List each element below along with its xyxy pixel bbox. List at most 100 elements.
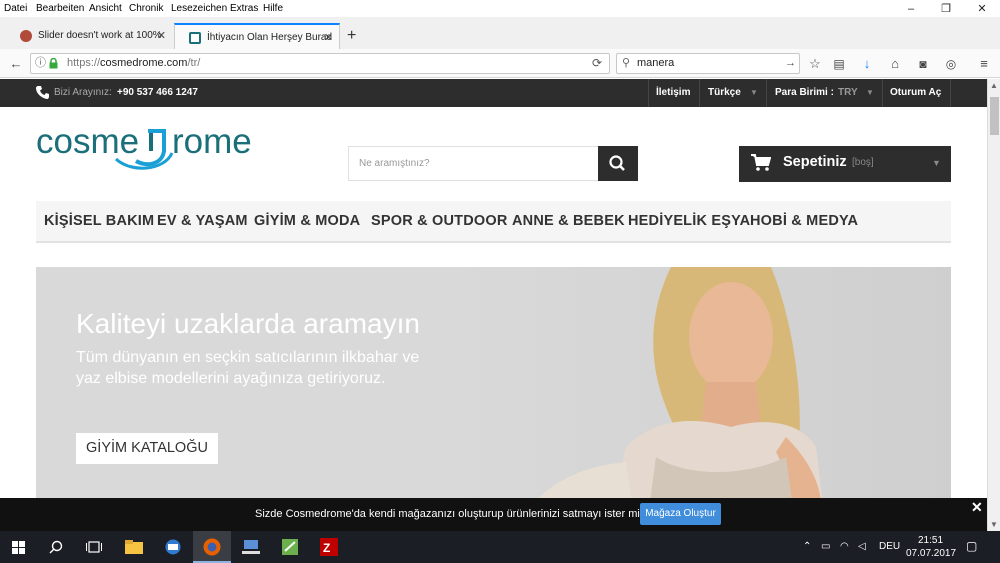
scroll-thumb[interactable] xyxy=(990,97,999,135)
divider xyxy=(950,79,951,107)
editor-app-button[interactable] xyxy=(271,531,309,563)
window-close-button[interactable]: ✕ xyxy=(975,3,989,15)
create-store-button[interactable]: Mağaza Oluştur xyxy=(640,503,721,525)
reload-icon[interactable]: ⟳ xyxy=(592,54,602,73)
phone-icon xyxy=(36,86,49,99)
navigation-bar: ← ⓘ https://cosmedrome.com/tr/ ⟳ ⚲ maner… xyxy=(0,49,1000,78)
category-hediyelik-esya[interactable]: HEDİYELİK EŞYA xyxy=(628,213,750,229)
url-bar[interactable]: ⓘ https://cosmedrome.com/tr/ ⟳ xyxy=(30,53,610,74)
editor-icon xyxy=(282,539,298,555)
reading-list-icon[interactable]: ▤ xyxy=(830,55,848,73)
folder-icon xyxy=(125,540,143,554)
firefox-icon xyxy=(203,538,221,556)
chevron-down-icon: ▼ xyxy=(932,158,941,168)
close-tab-icon[interactable]: ✕ xyxy=(157,23,166,49)
currency-value[interactable]: TRY xyxy=(838,79,858,107)
input-language[interactable]: DEU xyxy=(879,541,900,552)
windows-taskbar: Z ⌃ ▭ ◠ ◁ DEU 21:51 07.07.2017 ▢ xyxy=(0,531,1000,563)
network-app-button[interactable] xyxy=(232,531,270,563)
search-icon: ⚲ xyxy=(622,57,631,69)
notification-center-icon[interactable]: ▢ xyxy=(966,539,977,553)
filezilla-button[interactable]: Z xyxy=(310,531,348,563)
category-hobi-medya[interactable]: HOBİ & MEDYA xyxy=(750,213,858,229)
lock-icon xyxy=(49,58,58,69)
hamburger-menu-icon[interactable]: ≡ xyxy=(975,55,993,73)
page-favicon-icon xyxy=(20,30,32,42)
download-arrow-icon[interactable]: ↓ xyxy=(858,55,876,73)
file-explorer-button[interactable] xyxy=(115,531,153,563)
home-icon[interactable]: ⌂ xyxy=(886,55,904,73)
tab-cosmedrome[interactable]: İhtiyacın Olan Herşey Burad ✕ xyxy=(174,23,340,49)
tab-bar: Slider doesn't work at 100% ✕ İhtiyacın … xyxy=(0,23,1000,49)
go-arrow-icon[interactable]: → xyxy=(785,54,796,73)
network-icon xyxy=(242,540,260,554)
cart-button[interactable]: Sepetiniz [boş] ▼ xyxy=(739,146,951,182)
info-icon[interactable]: ⓘ xyxy=(35,54,46,73)
cart-status: [boş] xyxy=(852,157,874,168)
tray-expand-icon[interactable]: ⌃ xyxy=(803,541,811,552)
wifi-icon[interactable]: ◠ xyxy=(840,541,849,552)
search-bar[interactable]: ⚲ manera → xyxy=(616,53,800,74)
menu-chronik[interactable]: Chronik xyxy=(129,3,163,14)
divider xyxy=(882,79,883,107)
menu-bar: Datei Bearbeiten Ansicht Chronik Lesezei… xyxy=(0,0,1000,17)
cosmedrome-favicon-icon xyxy=(189,32,201,44)
task-view-icon[interactable] xyxy=(86,541,102,553)
logo-text-right: rome xyxy=(172,123,252,161)
scroll-up-icon[interactable]: ▲ xyxy=(990,81,998,90)
magnifier-icon xyxy=(609,155,625,171)
back-arrow-icon[interactable]: ← xyxy=(7,55,25,73)
search-icon[interactable] xyxy=(49,540,63,554)
mail-icon xyxy=(165,539,181,555)
category-ev-yasam[interactable]: EV & YAŞAM xyxy=(157,213,248,229)
shopping-cart-icon xyxy=(751,154,771,171)
hero-slider: Kaliteyi uzaklarda aramayın Tüm dünyanın… xyxy=(36,267,951,531)
currency-label[interactable]: Para Birimi : xyxy=(775,79,834,107)
scroll-down-icon[interactable]: ▼ xyxy=(990,520,998,529)
pocket-icon[interactable]: ◙ xyxy=(914,55,932,73)
windows-start-icon[interactable] xyxy=(12,541,25,554)
login-link[interactable]: Oturum Aç xyxy=(890,79,941,107)
web-page: Bizi Arayınız: +90 537 466 1247 İletişim… xyxy=(0,79,987,531)
volume-icon[interactable]: ◁ xyxy=(858,541,866,552)
menu-ansicht[interactable]: Ansicht xyxy=(89,3,122,14)
maximize-button[interactable]: ❐ xyxy=(939,3,953,15)
menu-bearbeiten[interactable]: Bearbeiten xyxy=(36,3,84,14)
close-notice-icon[interactable]: ✕ xyxy=(971,499,983,516)
site-search-button[interactable] xyxy=(598,146,638,181)
battery-icon[interactable]: ▭ xyxy=(821,541,830,552)
clock-time[interactable]: 21:51 xyxy=(918,535,943,546)
tab-slider[interactable]: Slider doesn't work at 100% ✕ xyxy=(6,23,172,49)
divider xyxy=(648,79,649,107)
clock-date[interactable]: 07.07.2017 xyxy=(906,548,956,559)
mail-app-button[interactable] xyxy=(154,531,192,563)
menu-hilfe[interactable]: Hilfe xyxy=(263,3,283,14)
menu-datei[interactable]: Datei xyxy=(4,3,27,14)
category-kisisel-bakim[interactable]: KİŞİSEL BAKIM xyxy=(44,213,154,229)
addon-icon[interactable]: ◎ xyxy=(942,55,960,73)
site-logo[interactable]: cosme rome xyxy=(36,122,256,175)
tab-title: İhtiyacın Olan Herşey Burad xyxy=(207,32,333,43)
cart-label: Sepetiniz xyxy=(783,154,847,170)
page-scrollbar[interactable]: ▲ ▼ xyxy=(987,79,1000,531)
new-tab-button[interactable]: + xyxy=(347,27,356,45)
contact-link[interactable]: İletişim xyxy=(656,79,690,107)
catalog-button[interactable]: GİYİM KATALOĞU xyxy=(76,433,218,464)
category-spor-outdoor[interactable]: SPOR & OUTDOOR xyxy=(371,213,508,229)
minimize-button[interactable]: – xyxy=(904,3,918,15)
site-search-input[interactable]: Ne aramıştınız? xyxy=(348,146,599,181)
logo-text-left: cosme xyxy=(36,123,139,161)
hero-description: Tüm dünyanın en seçkin satıcılarının ilk… xyxy=(76,349,420,387)
menu-lesezeichen[interactable]: Lesezeichen xyxy=(171,3,227,14)
firefox-button[interactable] xyxy=(193,531,231,563)
tab-title: Slider doesn't work at 100% xyxy=(38,30,162,41)
close-tab-icon[interactable]: ✕ xyxy=(324,25,333,49)
top-info-bar: Bizi Arayınız: +90 537 466 1247 İletişim… xyxy=(0,79,987,107)
category-giyim-moda[interactable]: GİYİM & MODA xyxy=(254,213,360,229)
logo-graphic: cosme rome xyxy=(36,122,252,170)
menu-extras[interactable]: Extras xyxy=(230,3,258,14)
bookmark-star-icon[interactable]: ☆ xyxy=(806,55,824,73)
language-selector[interactable]: Türkçe xyxy=(708,79,741,107)
phone-number[interactable]: +90 537 466 1247 xyxy=(117,79,198,107)
category-anne-bebek[interactable]: ANNE & BEBEK xyxy=(512,213,625,229)
